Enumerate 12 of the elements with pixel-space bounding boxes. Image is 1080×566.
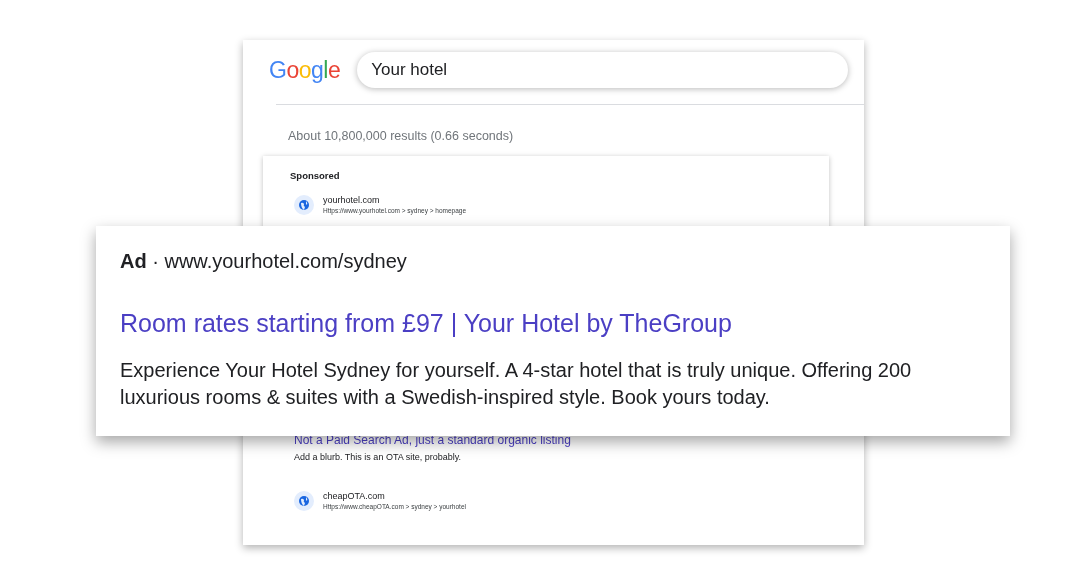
globe-icon	[294, 491, 314, 511]
ad-description: Experience Your Hotel Sydney for yourself. A 4-star hotel that is truly unique. Offering 200 luxurious rooms & suites with a Swedish-inspired style. Book yours today.	[120, 358, 913, 410]
ad-title-link[interactable]: Room rates starting from £97 | Your Hotel by TheGroup	[120, 308, 986, 338]
sponsored-label: Sponsored	[290, 170, 341, 181]
ad-url: Ad · www.yourhotel.com/sydney	[120, 249, 408, 274]
search-field[interactable]: Your hotel	[357, 52, 848, 88]
result-snippet: Add a blurb. This is an OTA site, probably.	[294, 451, 463, 463]
site-name[interactable]: cheapOTA.com	[323, 491, 466, 502]
logo: Google	[269, 56, 341, 85]
globe-icon	[294, 195, 314, 215]
site-name[interactable]: yourhotel.com	[323, 195, 467, 206]
results-stats: About 10,800,000 results (0.66 seconds)	[288, 128, 515, 144]
